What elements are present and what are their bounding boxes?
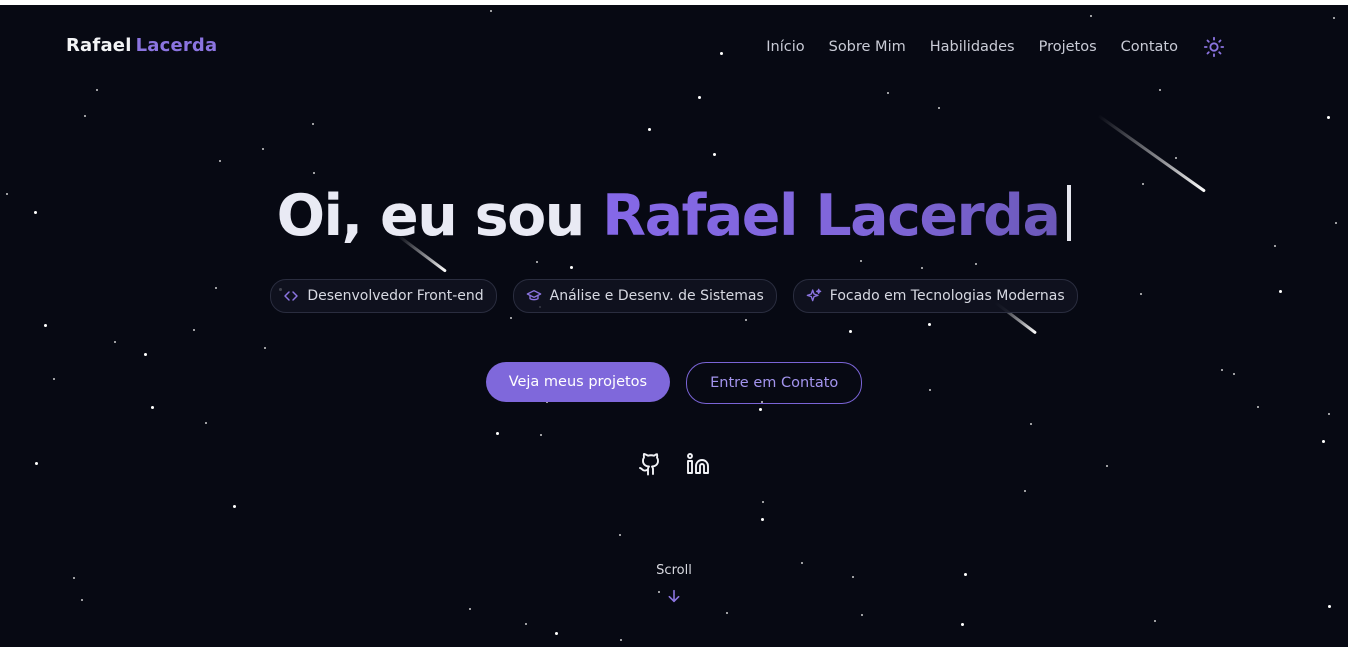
scroll-label: Scroll (656, 563, 692, 578)
tag-label: Análise e Desenv. de Sistemas (549, 288, 764, 304)
star (720, 52, 723, 55)
star (510, 317, 512, 319)
nav-item-inicio[interactable]: Início (766, 39, 804, 55)
star (1328, 413, 1330, 415)
starfield-background (0, 5, 1348, 647)
star (536, 261, 538, 263)
star (144, 353, 147, 356)
star (264, 347, 266, 349)
scroll-indicator[interactable]: Scroll (0, 563, 1348, 604)
star (698, 96, 701, 99)
star (1175, 157, 1177, 159)
sun-icon (1203, 36, 1225, 58)
star (540, 434, 542, 436)
hero-actions: Veja meus projetos Entre em Contato (0, 362, 1348, 404)
star (570, 266, 573, 269)
linkedin-link[interactable] (685, 451, 711, 477)
star (860, 260, 862, 262)
star (761, 518, 764, 521)
star (849, 330, 852, 333)
star (961, 623, 964, 626)
star (861, 614, 863, 616)
nav-item-sobre-mim[interactable]: Sobre Mim (829, 39, 906, 55)
star (1024, 490, 1026, 492)
star (469, 608, 471, 610)
star (96, 89, 98, 91)
star (219, 160, 221, 162)
main-nav: Início Sobre Mim Habilidades Projetos Co… (742, 36, 1225, 58)
hero-name: Rafael Lacerda (602, 183, 1061, 249)
code-icon (284, 291, 299, 301)
nav-item-contato[interactable]: Contato (1121, 39, 1178, 55)
nav-item-habilidades[interactable]: Habilidades (930, 39, 1015, 55)
theme-toggle-button[interactable] (1203, 36, 1225, 58)
star (555, 632, 558, 635)
star (1030, 423, 1032, 425)
star (525, 623, 527, 625)
tag-modern-tech: Focado em Tecnologias Modernas (792, 279, 1078, 313)
star (490, 10, 492, 12)
star (205, 422, 207, 424)
star (84, 115, 86, 117)
sparkles-icon (806, 288, 822, 302)
star (151, 406, 154, 409)
typing-cursor (1067, 185, 1072, 241)
star (1333, 17, 1335, 19)
star (762, 501, 764, 503)
star (713, 153, 716, 156)
brand-first-name: Rafael (66, 35, 132, 56)
star (745, 319, 747, 321)
contact-button[interactable]: Entre em Contato (686, 362, 863, 404)
star (759, 408, 762, 411)
star (648, 128, 651, 131)
social-links (0, 451, 1348, 477)
star (620, 639, 622, 641)
github-icon (639, 453, 659, 476)
star (44, 324, 47, 327)
nav-item-projetos[interactable]: Projetos (1039, 39, 1097, 55)
star (1159, 89, 1161, 91)
star (921, 267, 923, 269)
star (496, 432, 499, 435)
star (1327, 116, 1330, 119)
arrow-down-icon (668, 589, 680, 603)
github-link[interactable] (637, 451, 663, 477)
brand-last-name: Lacerda (135, 35, 218, 56)
star (619, 534, 621, 536)
view-projects-button[interactable]: Veja meus projetos (485, 362, 671, 402)
shooting-star (1097, 114, 1206, 193)
star (887, 92, 889, 94)
star (1328, 605, 1331, 608)
star (1257, 406, 1259, 408)
tag-systems: Análise e Desenv. de Sistemas (512, 279, 777, 313)
star (193, 329, 195, 331)
star (938, 107, 940, 109)
tag-frontend: Desenvolvedor Front-end (270, 279, 497, 313)
star (726, 612, 728, 614)
tag-label: Desenvolvedor Front-end (307, 288, 484, 304)
star (1322, 440, 1325, 443)
hero-title: Oi, eu sou Rafael Lacerda (0, 183, 1348, 249)
star (233, 505, 236, 508)
star (975, 263, 977, 265)
star (262, 148, 264, 150)
star (1090, 15, 1092, 17)
hero-tags: Desenvolvedor Front-end Análise e Desenv… (0, 279, 1348, 313)
brand-logo[interactable]: Rafael Lacerda (66, 35, 217, 56)
tag-label: Focado em Tecnologias Modernas (829, 288, 1065, 304)
hero-section: Rafael Lacerda Início Sobre Mim Habilidad… (0, 5, 1348, 647)
hero-greeting: Oi, eu sou (276, 183, 586, 249)
star (928, 323, 931, 326)
star (313, 172, 315, 174)
graduation-cap-icon (526, 290, 541, 301)
linkedin-icon (687, 453, 709, 474)
star (312, 123, 314, 125)
star (1154, 620, 1156, 622)
star (114, 341, 116, 343)
